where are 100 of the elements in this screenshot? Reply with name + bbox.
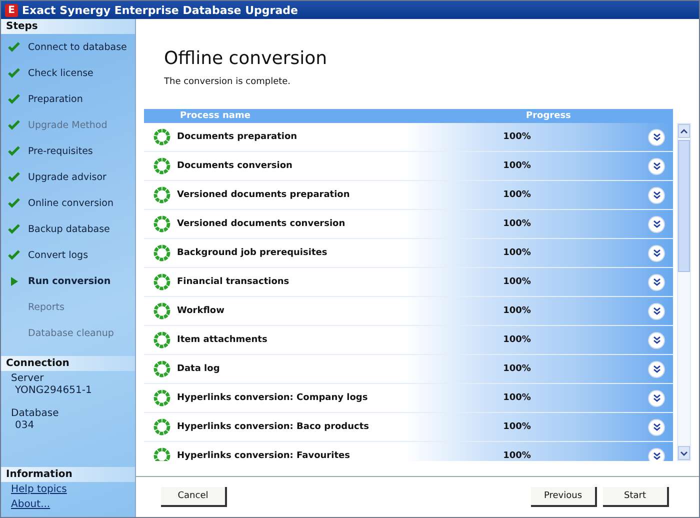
cancel-button[interactable]: Cancel xyxy=(161,487,227,507)
status-ring-icon xyxy=(153,186,171,204)
expand-button[interactable] xyxy=(648,158,665,174)
page-title: Offline conversion xyxy=(164,48,328,69)
process-name: Versioned documents preparation xyxy=(176,190,351,200)
status-ring-icon xyxy=(153,331,171,349)
process-name: Financial transactions xyxy=(176,277,290,287)
chevron-down-icon xyxy=(652,162,661,170)
progress-value: 100% xyxy=(502,190,532,200)
chevron-up-icon xyxy=(680,128,688,134)
status-ring-icon xyxy=(153,215,171,233)
chevron-down-icon xyxy=(652,133,661,141)
scrollbar[interactable] xyxy=(677,123,691,461)
status-ring-icon xyxy=(153,128,171,146)
step-item: Check license xyxy=(1,60,135,86)
checkmark-icon xyxy=(8,250,20,260)
process-name: Documents preparation xyxy=(176,132,298,142)
step-item: Reports xyxy=(27,300,66,314)
step-item: Convert logs xyxy=(1,242,135,268)
progress-value: 100% xyxy=(502,219,532,229)
expand-button[interactable] xyxy=(648,390,665,406)
process-name: Data log xyxy=(176,364,221,374)
app-icon: E xyxy=(5,4,18,16)
step-item: Database cleanup xyxy=(27,326,115,340)
expand-button[interactable] xyxy=(648,302,665,320)
process-name: Hyperlinks conversion: Baco products xyxy=(176,422,370,432)
step-item: Backup database xyxy=(1,216,135,242)
progress-value: 100% xyxy=(502,422,532,432)
scroll-thumb[interactable] xyxy=(678,140,690,272)
chevron-down-icon xyxy=(652,365,661,373)
checkmark-icon xyxy=(8,198,20,208)
column-header: Process name xyxy=(179,111,252,121)
expand-button[interactable] xyxy=(648,216,665,232)
process-name: Background job prerequisites xyxy=(176,248,328,258)
process-name: Hyperlinks conversion: Favourites xyxy=(176,451,351,461)
window-title: Exact Synergy Enterprise Database Upgrade xyxy=(22,4,298,16)
section-heading: Connection xyxy=(1,356,135,371)
step-item: Upgrade Method xyxy=(1,112,135,138)
chevron-down-icon xyxy=(652,423,661,431)
checkmark-icon xyxy=(8,120,20,130)
help-link[interactable]: Help topics xyxy=(1,482,77,497)
progress-value: 100% xyxy=(502,277,532,287)
status-message: The conversion is complete. xyxy=(164,77,292,87)
progress-value: 100% xyxy=(502,161,532,171)
status-ring-icon xyxy=(153,389,171,407)
status-ring-icon xyxy=(153,157,171,175)
expand-button[interactable] xyxy=(648,360,665,378)
progress-value: 100% xyxy=(502,393,532,403)
info-value: 034 xyxy=(14,419,36,433)
step-item: Online conversion xyxy=(1,190,135,216)
status-ring-icon xyxy=(153,360,171,378)
progress-value: 100% xyxy=(502,335,532,345)
chevron-down-icon xyxy=(652,394,661,402)
expand-button[interactable] xyxy=(648,332,665,348)
step-item: Run conversion xyxy=(1,268,135,294)
step-item: Preparation xyxy=(1,86,135,112)
play-arrow-icon xyxy=(10,276,18,286)
expand-button[interactable] xyxy=(648,448,665,461)
chevron-down-icon xyxy=(652,307,661,315)
chevron-down-icon xyxy=(652,452,661,460)
chevron-down-icon xyxy=(652,336,661,344)
checkmark-icon xyxy=(8,172,20,182)
info-label: Server xyxy=(10,372,45,384)
process-name: Hyperlinks conversion: Company logs xyxy=(176,393,369,403)
previous-button[interactable]: Previous xyxy=(531,487,597,507)
checkmark-icon xyxy=(8,42,20,52)
status-ring-icon xyxy=(153,273,171,291)
process-name: Workflow xyxy=(176,306,226,316)
expand-button[interactable] xyxy=(648,244,665,262)
expand-button[interactable] xyxy=(648,418,665,436)
checkmark-icon xyxy=(8,94,20,104)
expand-button[interactable] xyxy=(648,186,665,204)
info-value: YONG294651-1 xyxy=(14,384,93,398)
info-label: Database xyxy=(10,407,60,419)
checkmark-icon xyxy=(8,68,20,78)
step-item: Upgrade advisor xyxy=(1,164,135,190)
status-ring-icon xyxy=(153,447,171,461)
chevron-down-icon xyxy=(652,249,661,257)
chevron-down-icon xyxy=(680,450,688,456)
section-heading: Information xyxy=(1,467,135,482)
start-button[interactable]: Start xyxy=(603,487,669,507)
status-ring-icon xyxy=(153,302,171,320)
step-item: Connect to database xyxy=(1,34,135,60)
process-name: Item attachments xyxy=(176,335,268,345)
process-name: Versioned documents conversion xyxy=(176,219,346,229)
checkmark-icon xyxy=(8,146,20,156)
progress-value: 100% xyxy=(502,451,532,461)
chevron-down-icon xyxy=(652,278,661,286)
step-item: Pre-requisites xyxy=(1,138,135,164)
help-link[interactable]: About... xyxy=(1,497,60,512)
checkmark-icon xyxy=(8,224,20,234)
expand-button[interactable] xyxy=(648,274,665,290)
process-name: Documents conversion xyxy=(176,161,294,171)
progress-value: 100% xyxy=(502,364,532,374)
expand-button[interactable] xyxy=(648,128,665,146)
status-ring-icon xyxy=(153,418,171,436)
progress-value: 100% xyxy=(502,306,532,316)
status-ring-icon xyxy=(153,244,171,262)
chevron-down-icon xyxy=(652,191,661,199)
chevron-down-icon xyxy=(652,220,661,228)
